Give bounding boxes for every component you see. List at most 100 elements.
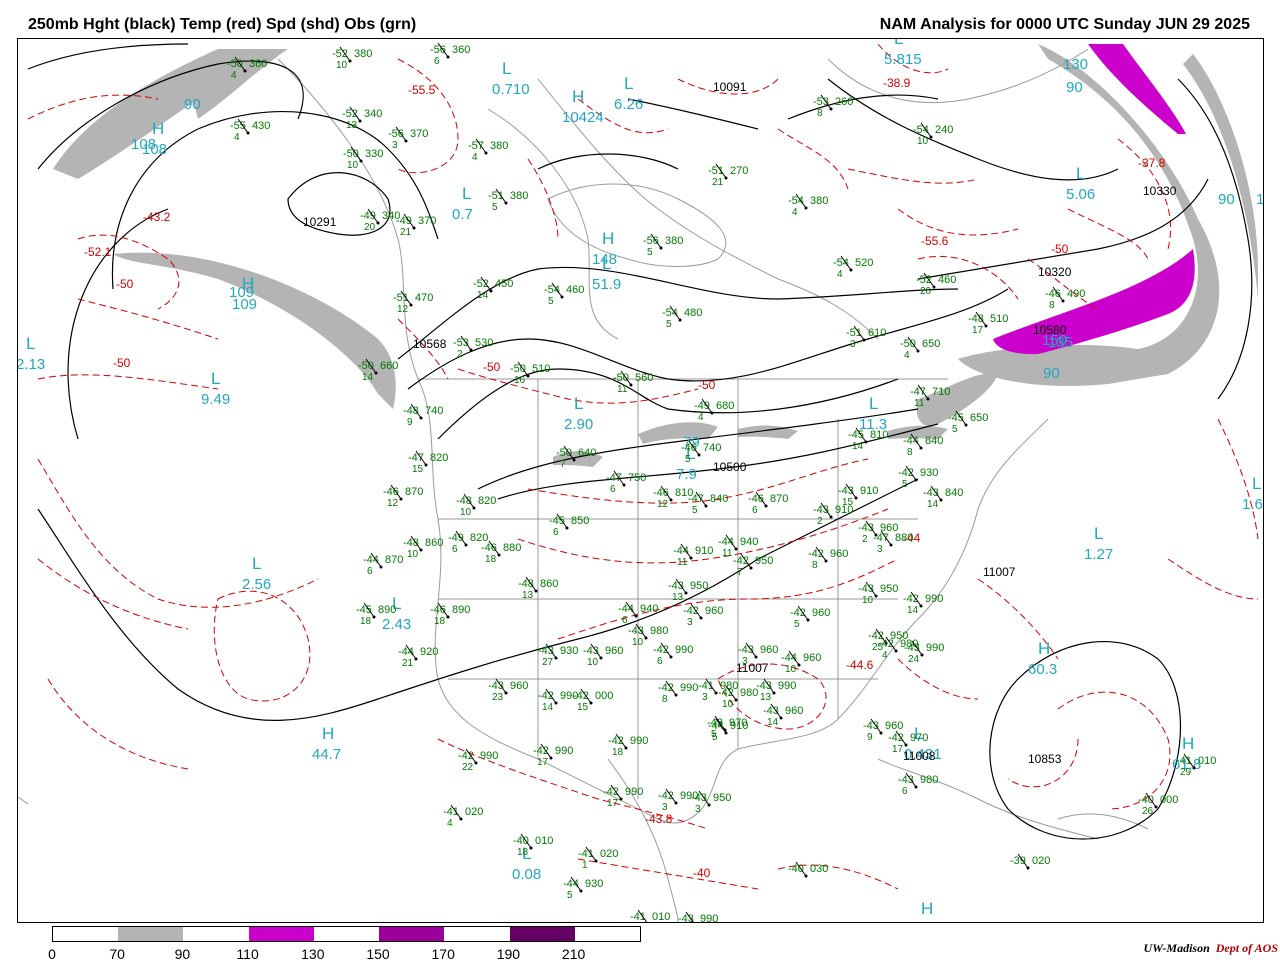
map-outlines	[18, 48, 1149, 922]
station-dot	[472, 506, 476, 510]
station-dot	[920, 653, 924, 657]
obs-height: 820	[430, 452, 448, 464]
obs-dewpoint: 5	[492, 202, 498, 213]
station-dot	[464, 543, 468, 547]
obs-height: 990	[630, 735, 648, 747]
obs-height: 340	[364, 108, 382, 120]
obs-height: 260	[835, 96, 853, 108]
height-label: 11008	[903, 749, 936, 763]
obs-dewpoint: 20	[364, 222, 376, 233]
obs-height: 840	[945, 487, 963, 499]
obs-height: 860	[425, 537, 443, 549]
station-dot	[707, 803, 711, 807]
obs-dewpoint: 5	[685, 454, 691, 465]
obs-dewpoint: 17	[892, 744, 904, 755]
obs-height: 330	[365, 148, 383, 160]
obs-dewpoint: 3	[850, 339, 856, 350]
obs-height: 020	[1032, 855, 1050, 867]
height-label: 10500	[713, 460, 747, 474]
obs-height: 820	[478, 495, 496, 507]
obs-height: 950	[713, 792, 731, 804]
obs-dewpoint: 13	[760, 692, 772, 703]
station-dot	[484, 151, 488, 155]
obs-height: 360	[452, 44, 470, 56]
obs-height: 950	[690, 580, 708, 592]
station-dot	[669, 655, 673, 659]
obs-dewpoint: 6	[657, 656, 663, 667]
legend-swatch	[118, 927, 184, 941]
height-contours	[27, 43, 1253, 840]
obs-dewpoint: 10	[460, 507, 472, 518]
obs-height: 970	[910, 732, 928, 744]
obs-height: 910	[730, 720, 748, 732]
obs-height: 990	[925, 593, 943, 605]
obs-dewpoint: 17	[607, 798, 619, 809]
obs-dewpoint: 7	[560, 459, 566, 470]
station-dot	[678, 318, 682, 322]
obs-dewpoint: 10	[862, 595, 874, 606]
obs-dewpoint: 4	[904, 350, 910, 361]
speed-label: 90	[184, 96, 201, 113]
obs-dewpoint: 9	[407, 417, 413, 428]
station-dot	[914, 785, 918, 789]
center-value: 46.9	[911, 921, 940, 922]
obs-height: 520	[855, 257, 873, 269]
obs-height: 960	[885, 720, 903, 732]
temp-label: -50	[698, 378, 716, 392]
temp-label: -50	[116, 277, 134, 291]
station-dot	[916, 349, 920, 353]
obs-dewpoint: 14	[907, 605, 919, 616]
obs-dewpoint: 5	[902, 479, 908, 490]
weather-map: H 108 H 109 L 0.710 H 10424 L 6.26 L 0.7 H 148 L 51.9 L 2…	[17, 38, 1264, 923]
center-value: 0.710	[492, 81, 530, 98]
obs-dewpoint: 11	[677, 557, 688, 568]
obs-dewpoint: 8	[817, 108, 823, 119]
station-dot	[684, 591, 688, 595]
station-dot	[674, 693, 678, 697]
obs-dewpoint: 24	[908, 654, 920, 665]
obs-height: 020	[465, 806, 483, 818]
legend-color-bar	[52, 926, 641, 942]
obs-dewpoint: 6	[367, 566, 373, 577]
station-dot	[874, 533, 878, 537]
station-dot	[829, 515, 833, 519]
obs-height: 680	[716, 400, 734, 412]
height-label: 10853	[1028, 752, 1062, 766]
center-l-symbol: L	[894, 39, 903, 48]
station-dot	[674, 801, 678, 805]
obs-dewpoint: 6	[610, 484, 616, 495]
station-dot	[469, 348, 473, 352]
center-l-symbol: L	[26, 334, 35, 353]
obs-height: 870	[770, 493, 788, 505]
speed-label: 135	[1048, 334, 1073, 351]
obs-height: 740	[425, 405, 443, 417]
station-dot	[689, 556, 693, 560]
obs-dewpoint: 5	[712, 732, 718, 743]
height-label: 10091	[713, 80, 747, 94]
temp-label: -55.6	[921, 234, 949, 248]
speed-label: 109	[229, 284, 254, 301]
station-dot	[629, 383, 633, 387]
station-dot	[1192, 766, 1196, 770]
obs-height: 960	[812, 607, 830, 619]
center-value: 2.13	[18, 356, 45, 373]
station-dot	[806, 618, 810, 622]
station-dot	[854, 496, 858, 500]
obs-height: 030	[810, 863, 828, 875]
obs-height: 380	[354, 48, 372, 60]
credit-org: UW-Madison	[1143, 941, 1210, 955]
temperature-contours	[27, 43, 1259, 890]
obs-height: 510	[990, 313, 1008, 325]
obs-dewpoint: 5	[692, 505, 698, 516]
station-dot	[599, 656, 603, 660]
station-dot	[1061, 299, 1065, 303]
center-l-symbol: L	[1094, 524, 1103, 543]
station-dot	[459, 817, 463, 821]
obs-height: 840	[925, 435, 943, 447]
obs-dewpoint: 6	[752, 505, 758, 516]
station-dot	[376, 221, 380, 225]
obs-dewpoint: 11	[722, 548, 733, 559]
obs-height: 920	[420, 646, 438, 658]
station-dot	[489, 289, 493, 293]
obs-height: 960	[705, 605, 723, 617]
